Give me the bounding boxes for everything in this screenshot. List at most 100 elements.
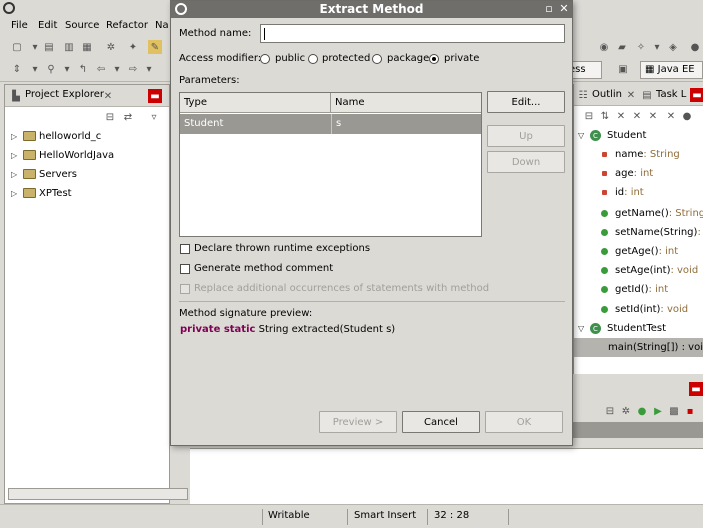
radio-public-label[interactable]: public [275,53,305,64]
back-icon[interactable]: ⇦ [94,62,108,76]
collapse-icon[interactable]: ▽ [578,131,586,140]
open-perspective-icon[interactable]: ▣ [616,62,630,76]
sort-icon[interactable]: ⇅ [598,109,612,123]
outline-field[interactable]: id : int [578,183,644,202]
last-edit-icon[interactable]: ↰ [76,62,90,76]
tree-item[interactable]: ▷ XPTest [11,184,72,202]
outline-method[interactable]: setAge(int) : void [578,261,698,280]
method-name-input[interactable] [260,24,565,43]
radio-protected[interactable] [308,54,318,64]
edit-button[interactable]: Edit... [487,91,565,113]
print-icon[interactable]: ▦ [80,40,94,54]
new-icon[interactable]: ▢ [10,40,24,54]
declare-exceptions-checkbox[interactable] [180,244,190,254]
stop-icon[interactable]: ▪ [683,404,697,418]
collapse-icon[interactable]: ⊟ [603,404,617,418]
generate-comment-label[interactable]: Generate method comment [194,263,333,274]
generate-comment-checkbox[interactable] [180,264,190,274]
package-icon[interactable]: ◈ [666,40,680,54]
save-icon[interactable]: ▤ [42,40,56,54]
maximize-icon[interactable]: ▫ [543,3,555,15]
table-row[interactable]: Student s [180,114,481,134]
menu-refactor[interactable]: Refactor [106,20,148,31]
pin-icon[interactable]: ⚲ [44,62,58,76]
outline-field[interactable]: age : int [578,164,653,183]
outline-class-student[interactable]: ▽ C Student [578,126,646,145]
menu-file[interactable]: File [11,20,28,31]
link-editor-icon[interactable]: ⇄ [121,110,135,124]
hide-static-icon[interactable]: ✕ [630,109,644,123]
toggle-icon[interactable]: ✎ [148,40,162,54]
dropdown-icon[interactable]: ▾ [28,40,42,54]
play-icon[interactable]: ▶ [651,404,665,418]
minimize-icon[interactable]: ▬ [689,382,703,396]
close-icon[interactable]: ✕ [624,88,638,102]
collapse-all-icon[interactable]: ⊟ [103,110,117,124]
cancel-button[interactable]: Cancel [402,411,480,433]
replace-occurrences-checkbox[interactable] [180,284,190,294]
close-icon[interactable]: ✕ [101,89,115,103]
minimize-icon[interactable]: ▬ [690,88,703,102]
tree-item[interactable]: ▷ HelloWorldJava [11,146,114,164]
minimize-icon[interactable]: ▬ [148,89,162,103]
expand-icon[interactable]: ▷ [11,151,19,160]
horizontal-scrollbar[interactable] [8,488,188,500]
close-icon[interactable]: ✕ [558,3,570,15]
run-icon[interactable]: ● [635,404,649,418]
globe-icon[interactable]: ● [688,40,702,54]
parameters-table[interactable]: Type Name Student s [179,92,482,237]
expand-icon[interactable]: ▷ [11,189,19,198]
filter-icon[interactable]: ✲ [619,404,633,418]
web-icon[interactable]: ◉ [597,40,611,54]
dropdown-icon[interactable]: ▾ [650,40,664,54]
hide-fields-icon[interactable]: ✕ [614,109,628,123]
radio-private[interactable] [429,54,439,64]
menu-source[interactable]: Source [65,20,99,31]
down-button[interactable]: Down [487,151,565,173]
declare-exceptions-label[interactable]: Declare thrown runtime exceptions [194,243,370,254]
green-dot-icon[interactable]: ● [680,109,694,123]
perspective-java-ee[interactable]: ▦ Java EE [640,61,703,79]
dropdown-icon[interactable]: ▾ [28,62,42,76]
expand-icon[interactable]: ▷ [11,132,19,141]
run-icon[interactable]: ✦ [126,40,140,54]
radio-protected-label[interactable]: protected [322,53,370,64]
column-header-type[interactable]: Type [180,93,331,113]
dropdown-icon[interactable]: ▾ [60,62,74,76]
hide-local-types-icon[interactable]: ✕ [664,109,678,123]
expand-icon[interactable]: ▷ [11,170,19,179]
nav-icon[interactable]: ⇕ [10,62,24,76]
outline-class-studenttest[interactable]: ▽ C StudentTest [578,319,666,338]
column-header-name[interactable]: Name [331,93,481,113]
dropdown-icon[interactable]: ▾ [110,62,124,76]
outline-method[interactable]: setName(String) : v [578,223,703,242]
wand-icon[interactable]: ✧ [634,40,648,54]
collapse-all-icon[interactable]: ⊟ [582,109,596,123]
outline-field[interactable]: name : String [578,145,680,164]
preview-button[interactable]: Preview > [319,411,397,433]
dropdown-icon[interactable]: ▾ [142,62,156,76]
debug-icon[interactable]: ✲ [104,40,118,54]
menu-navigate[interactable]: Na [155,20,169,31]
menu-edit[interactable]: Edit [38,20,57,31]
outline-method[interactable]: getId() : int [578,280,668,299]
radio-private-label[interactable]: private [444,53,479,64]
outline-main-method[interactable]: main(String[]) : void [574,338,703,357]
outline-method[interactable]: getAge() : int [578,242,678,261]
radio-public[interactable] [260,54,270,64]
folder-open-icon[interactable]: ▰ [615,40,629,54]
outline-method[interactable]: setId(int) : void [578,300,688,319]
dialog-titlebar[interactable]: Extract Method ▫ ✕ [171,1,572,18]
collapse-icon[interactable]: ▽ [578,324,586,333]
outline-method[interactable]: getName() : String [578,204,703,223]
hide-nonpublic-icon[interactable]: ✕ [646,109,660,123]
tree-item[interactable]: ▷ Servers [11,165,77,183]
forward-icon[interactable]: ⇨ [126,62,140,76]
ok-button[interactable]: OK [485,411,563,433]
radio-package-label[interactable]: package [387,53,429,64]
up-button[interactable]: Up [487,125,565,147]
view-menu-icon[interactable]: ▿ [147,110,161,124]
tab-outline[interactable]: Outlin [592,89,622,100]
radio-package[interactable] [372,54,382,64]
save-all-icon[interactable]: ▥ [62,40,76,54]
